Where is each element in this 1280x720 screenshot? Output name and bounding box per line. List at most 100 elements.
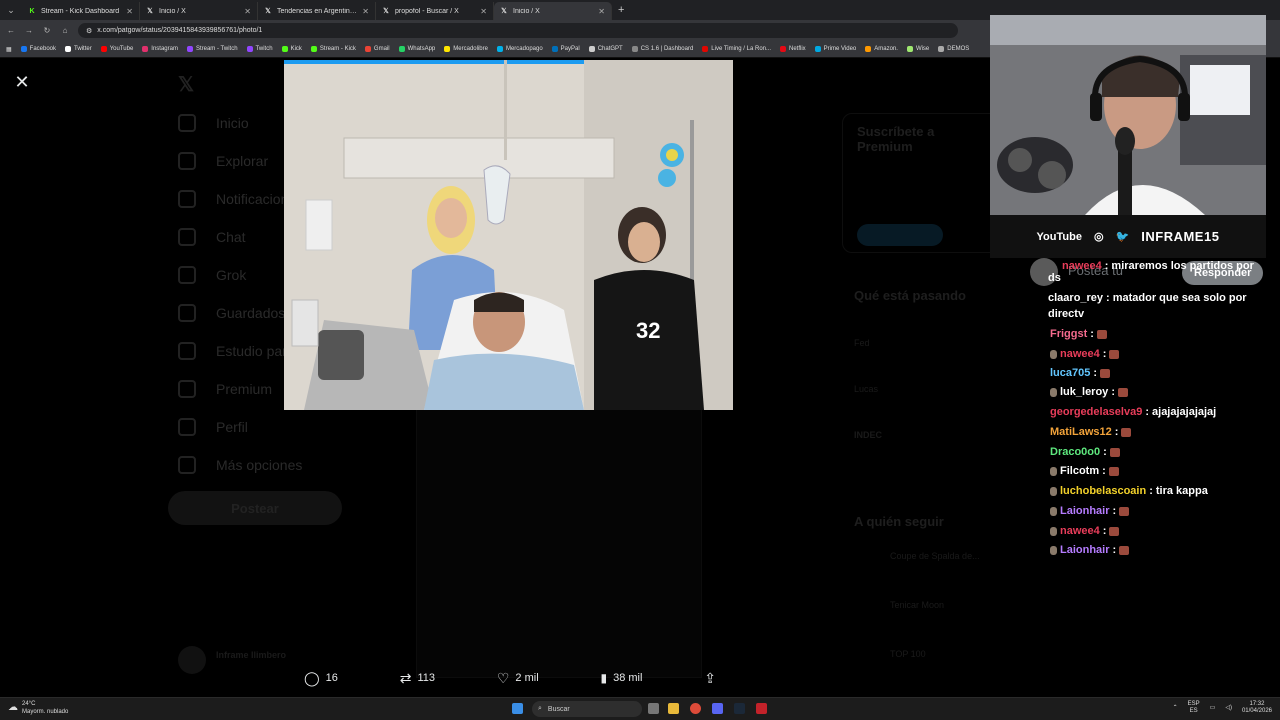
bookmark-favicon-icon (281, 46, 288, 52)
weather-widget[interactable]: ☁ 24°C Mayorm. nublado (8, 700, 68, 716)
chat-separator: : (1102, 465, 1106, 477)
nav-icon (178, 304, 196, 322)
chat-username[interactable]: luk_leroy (1060, 386, 1108, 398)
bookmark-whatsapp[interactable]: WhatsApp (398, 46, 435, 52)
bookmark-favicon-icon (186, 46, 193, 52)
chat-username[interactable]: Draco0o0 (1050, 446, 1100, 458)
views-chart-icon: ▮ (600, 671, 608, 685)
bookmark-netflix[interactable]: Netflix (780, 46, 806, 52)
reply-button[interactable]: ◯ 16 (304, 670, 338, 687)
bookmark-instagram[interactable]: Instagram (142, 46, 178, 52)
chat-username[interactable]: luchobelascoain (1060, 485, 1146, 497)
reload-icon[interactable]: ↻ (42, 26, 52, 35)
chat-username[interactable]: Laionhair (1060, 544, 1110, 556)
bookmark-favicon-icon (364, 46, 371, 52)
bookmark-demos[interactable]: DEMOS (938, 46, 969, 52)
volume-icon[interactable]: ◁) (1225, 705, 1232, 712)
bookmark-live-timing-la-ron-[interactable]: Live Timing / La Ron... (702, 46, 771, 52)
bookmark-favicon-icon (142, 46, 149, 52)
chat-separator: : (1114, 426, 1119, 438)
chat-username[interactable]: MatiLaws12 (1050, 426, 1112, 438)
chat-username[interactable]: Filcotm (1060, 465, 1099, 477)
nav-icon (178, 266, 196, 284)
chrome-icon[interactable] (690, 703, 701, 714)
close-tab-icon[interactable]: ✕ (480, 7, 487, 16)
bookmark-twitter[interactable]: Twitter (65, 46, 92, 52)
steam-icon[interactable] (734, 703, 745, 714)
home-icon[interactable]: ⌂ (60, 26, 70, 35)
tab-kick-dashboard[interactable]: K Stream - Kick Dashboard ✕ (22, 2, 140, 20)
discord-icon[interactable] (712, 703, 723, 714)
tab-propofol-search[interactable]: 𝕏 propofol - Buscar / X ✕ (376, 2, 494, 20)
chat-username[interactable]: Friggst (1050, 328, 1087, 340)
chat-username[interactable]: Laionhair (1060, 505, 1110, 517)
bookmark-kick[interactable]: Kick (281, 46, 302, 52)
bookmark-facebook[interactable]: Facebook (20, 46, 56, 52)
chat-username[interactable]: nawee4 (1062, 260, 1102, 272)
views-button[interactable]: ▮ 38 mil (600, 671, 642, 685)
bookmark-twitch[interactable]: Twitch (246, 46, 273, 52)
tab-search-icon[interactable]: ⌄ (0, 0, 22, 20)
back-icon[interactable]: ← (6, 26, 16, 35)
windows-start-icon[interactable] (512, 703, 523, 714)
language-indicator[interactable]: ESP ES (1188, 701, 1200, 715)
new-tab-button[interactable]: + (618, 4, 624, 16)
address-bar[interactable]: ⚙ x.com/patgow/status/203941584393985676… (78, 23, 958, 38)
taskbar-search[interactable]: ⌕ Buscar (532, 701, 642, 717)
clock[interactable]: 17:32 01/04/2026 (1242, 701, 1272, 715)
nav-item-5: Guardados (178, 304, 285, 322)
chat-username[interactable]: nawee4 (1060, 525, 1100, 537)
chat-message: nawee4: miraremos los partidos por (1062, 260, 1254, 272)
apps-icon[interactable]: ▦ (6, 46, 12, 53)
nav-icon (178, 228, 196, 246)
task-view-icon[interactable] (648, 703, 659, 714)
close-tab-icon[interactable]: ✕ (598, 7, 605, 16)
chat-username[interactable]: georgedelaselva9 (1050, 406, 1142, 418)
bookmark-stream-twitch[interactable]: Stream - Twitch (186, 46, 238, 52)
tweet-photo[interactable]: 32 (284, 60, 733, 410)
file-explorer-icon[interactable] (668, 703, 679, 714)
bookmark-paypal[interactable]: PayPal (551, 46, 580, 52)
bookmark-amazon-[interactable]: Amazon. (865, 46, 898, 52)
share-button[interactable]: ⇪ (704, 670, 716, 687)
chat-username[interactable]: ds (1048, 272, 1061, 284)
bookmark-prime-video[interactable]: Prime Video (814, 46, 856, 52)
close-icon[interactable]: ✕ (12, 72, 32, 92)
user-badge-icon (1050, 486, 1057, 496)
forward-icon[interactable]: → (24, 26, 34, 35)
bookmark-chatgpt[interactable]: ChatGPT (588, 46, 623, 52)
close-tab-icon[interactable]: ✕ (362, 7, 369, 16)
bookmark-stream-kick[interactable]: Stream - Kick (310, 46, 356, 52)
instagram-icon: ◎ (1093, 231, 1104, 243)
nav-item-3: Chat (178, 228, 246, 246)
tab-inicio-x-active[interactable]: 𝕏 Inicio / X ✕ (494, 2, 612, 20)
bookmark-mercadopago[interactable]: Mercadopago (496, 46, 543, 52)
close-tab-icon[interactable]: ✕ (244, 7, 251, 16)
like-button[interactable]: ♡ 2 mil (497, 670, 539, 687)
chat-username[interactable]: nawee4 (1060, 348, 1100, 360)
tab-tendencias[interactable]: 𝕏 Tendencias en Argentina en X ✕ (258, 2, 376, 20)
bookmark-cs-1-6-dashboard[interactable]: CS 1.6 | Dashboard (631, 46, 693, 52)
chat-emote-icon (1100, 368, 1111, 378)
close-tab-icon[interactable]: ✕ (126, 7, 133, 16)
system-tray: ⌃ ESP ES ▭ ◁) 17:32 01/04/2026 (1173, 701, 1272, 715)
repost-button[interactable]: ⇄ 113 (400, 670, 435, 687)
chat-emote-icon (1096, 329, 1107, 339)
x-icon: 𝕏 (383, 8, 389, 15)
bookmark-youtube[interactable]: YouTube (100, 46, 133, 52)
chat-emote-icon (1119, 506, 1130, 516)
network-icon[interactable]: ▭ (1210, 705, 1216, 712)
chat-username[interactable]: claaro_rey (1048, 292, 1103, 304)
bookmark-gmail[interactable]: Gmail (364, 46, 390, 52)
chat-text: tira kappa (1155, 485, 1208, 497)
bookmark-wise[interactable]: Wise (906, 46, 929, 52)
chat-message: luca705: (1050, 367, 1111, 379)
app-icon[interactable] (756, 703, 767, 714)
bookmark-mercadolibre[interactable]: Mercadolibre (444, 46, 488, 52)
tab-inicio-x[interactable]: 𝕏 Inicio / X ✕ (140, 2, 258, 20)
chevron-up-icon[interactable]: ⌃ (1173, 705, 1178, 712)
site-info-icon[interactable]: ⚙ (86, 27, 92, 35)
chat-separator: : (1149, 485, 1153, 497)
chat-separator: : (1112, 544, 1117, 556)
chat-username[interactable]: luca705 (1050, 367, 1090, 379)
